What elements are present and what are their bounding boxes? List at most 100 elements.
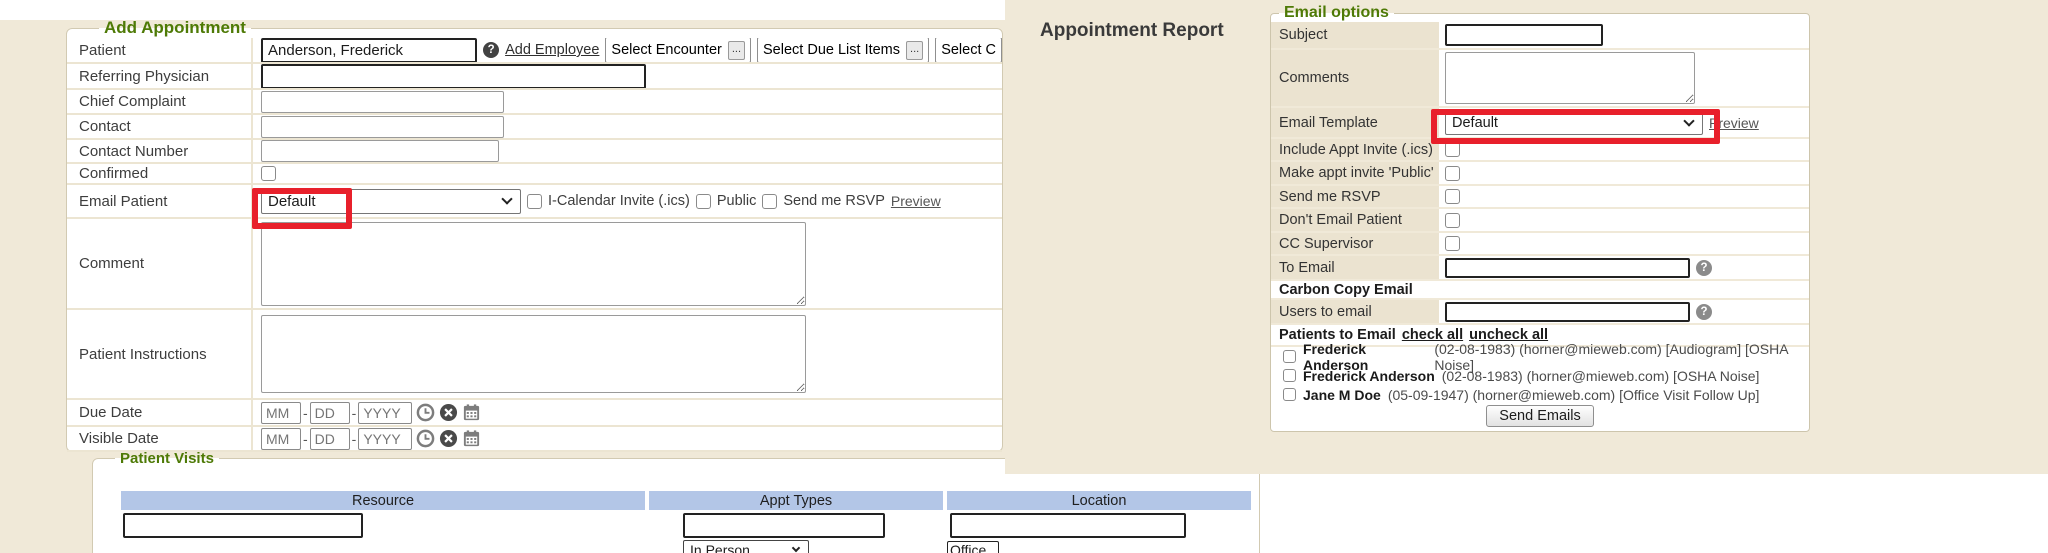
visible-date-year-input[interactable] <box>358 428 412 450</box>
resource-input[interactable] <box>123 513 363 538</box>
select-encounter-label: Select Encounter <box>611 42 721 58</box>
appt-type-select[interactable]: In Person <box>683 540 809 553</box>
select-due-list-label: Select Due List Items <box>763 42 900 58</box>
date-separator: - <box>303 431 308 447</box>
contact-row: Contact <box>67 115 1002 140</box>
patient-label: Patient <box>67 38 253 62</box>
patient-checkbox[interactable] <box>1283 350 1296 363</box>
visible-date-month-input[interactable] <box>261 428 301 450</box>
users-to-email-input[interactable] <box>1445 302 1690 322</box>
select-encounter-button[interactable]: Select Encounter... <box>605 38 751 62</box>
contact-label: Contact <box>67 115 253 138</box>
contact-input[interactable] <box>261 116 504 138</box>
select-due-list-ellipsis-button[interactable]: ... <box>906 41 923 60</box>
calendar-icon[interactable] <box>462 429 481 448</box>
patient-instructions-label: Patient Instructions <box>67 310 253 398</box>
users-to-email-label: Users to email <box>1271 300 1439 323</box>
confirmed-row: Confirmed <box>67 164 1002 185</box>
chief-complaint-input[interactable] <box>261 91 504 113</box>
email-options-fieldset: Email options Subject Comments Email Tem… <box>1270 4 1810 432</box>
dont-email-checkbox[interactable] <box>1445 213 1460 228</box>
select-encounter-ellipsis-button[interactable]: ... <box>728 41 745 60</box>
patient-details: (05-09-1947) (horner@mieweb.com) [Office… <box>1388 387 1760 403</box>
add-employee-link[interactable]: Add Employee <box>505 42 599 58</box>
visible-date-day-input[interactable] <box>310 428 350 450</box>
chevron-down-icon <box>1683 115 1694 126</box>
clear-date-icon[interactable] <box>439 429 458 448</box>
comments-label: Comments <box>1271 50 1439 106</box>
due-date-year-input[interactable] <box>358 402 412 424</box>
email-template-row: Email Template Default Preview <box>1271 108 1809 139</box>
ical-invite-checkbox[interactable] <box>527 194 542 209</box>
help-icon[interactable]: ? <box>1696 304 1712 320</box>
make-public-checkbox[interactable] <box>1445 166 1460 181</box>
due-date-label: Due Date <box>67 400 253 425</box>
appt-type-select-value: In Person <box>690 542 785 553</box>
preview-link[interactable]: Preview <box>891 193 941 209</box>
subject-input[interactable] <box>1445 24 1603 46</box>
confirmed-checkbox[interactable] <box>261 166 276 181</box>
carbon-copy-header: Carbon Copy Email <box>1271 281 1809 300</box>
ical-invite-label: I-Calendar Invite (.ics) <box>548 193 690 209</box>
public-checkbox[interactable] <box>696 194 711 209</box>
send-emails-row: Send Emails <box>1271 404 1809 428</box>
patient-checkbox[interactable] <box>1283 369 1296 382</box>
date-separator: - <box>352 405 357 421</box>
appointment-report-title: Appointment Report <box>1040 20 1224 42</box>
include-invite-label: Include Appt Invite (.ics) <box>1271 139 1439 160</box>
page: Add Appointment Patient ? Add Employee S… <box>0 0 2048 553</box>
add-appointment-fieldset: Add Appointment Patient ? Add Employee S… <box>66 18 1003 452</box>
select-due-list-button[interactable]: Select Due List Items... <box>757 38 929 62</box>
patient-visits-legend: Patient Visits <box>115 450 219 467</box>
patient-details: (02-08-1983) (horner@mieweb.com) [OSHA N… <box>1442 368 1760 384</box>
chief-complaint-row: Chief Complaint <box>67 90 1002 115</box>
send-me-rsvp-checkbox[interactable] <box>762 194 777 209</box>
comment-textarea[interactable] <box>261 222 806 306</box>
contact-number-input[interactable] <box>261 140 499 162</box>
clock-icon[interactable] <box>416 429 435 448</box>
appt-types-input[interactable] <box>683 513 885 538</box>
calendar-icon[interactable] <box>462 403 481 422</box>
help-icon[interactable]: ? <box>483 42 499 58</box>
send-rsvp-checkbox[interactable] <box>1445 189 1460 204</box>
referring-physician-row: Referring Physician <box>67 64 1002 90</box>
patient-visits-table: Resource Appt Types Location In Person D… <box>121 491 1251 553</box>
visible-date-label: Visible Date <box>67 427 253 450</box>
carbon-copy-label: Carbon Copy Email <box>1279 282 1413 298</box>
patient-email-row: Jane M Doe (05-09-1947) (horner@mieweb.c… <box>1271 385 1809 404</box>
location-office-input[interactable] <box>947 541 999 553</box>
email-patient-select[interactable]: Default <box>261 189 521 214</box>
select-truncated-button[interactable]: Select C <box>935 38 1002 62</box>
patient-input[interactable] <box>261 38 477 62</box>
email-patient-row: Email Patient Default I-Calendar Invite … <box>67 185 1002 219</box>
to-email-input[interactable] <box>1445 258 1690 278</box>
to-email-row: To Email ? <box>1271 256 1809 281</box>
send-emails-button[interactable]: Send Emails <box>1486 405 1593 427</box>
due-date-month-input[interactable] <box>261 402 301 424</box>
email-template-select[interactable]: Default <box>1445 110 1703 135</box>
contact-number-row: Contact Number <box>67 140 1002 164</box>
referring-physician-input[interactable] <box>261 64 646 88</box>
visible-date-row: Visible Date - - <box>67 427 1002 452</box>
help-icon[interactable]: ? <box>1696 260 1712 276</box>
include-invite-checkbox[interactable] <box>1445 142 1460 157</box>
patient-checkbox[interactable] <box>1283 388 1296 401</box>
chevron-down-icon <box>501 193 512 204</box>
patient-name: Frederick Anderson <box>1303 368 1435 384</box>
date-separator: - <box>352 431 357 447</box>
due-date-day-input[interactable] <box>310 402 350 424</box>
clear-date-icon[interactable] <box>439 403 458 422</box>
chevron-down-icon <box>792 544 800 552</box>
comments-textarea[interactable] <box>1445 52 1695 104</box>
preview-link[interactable]: Preview <box>1709 115 1759 131</box>
patient-instructions-textarea[interactable] <box>261 315 806 393</box>
patient-name: Jane M Doe <box>1303 387 1381 403</box>
to-email-label: To Email <box>1271 256 1439 279</box>
email-options-legend: Email options <box>1279 4 1394 22</box>
email-template-select-value: Default <box>1452 115 1677 131</box>
location-input[interactable] <box>950 513 1186 538</box>
cc-supervisor-checkbox[interactable] <box>1445 236 1460 251</box>
clock-icon[interactable] <box>416 403 435 422</box>
email-patient-select-value: Default <box>268 193 495 210</box>
contact-number-label: Contact Number <box>67 140 253 162</box>
